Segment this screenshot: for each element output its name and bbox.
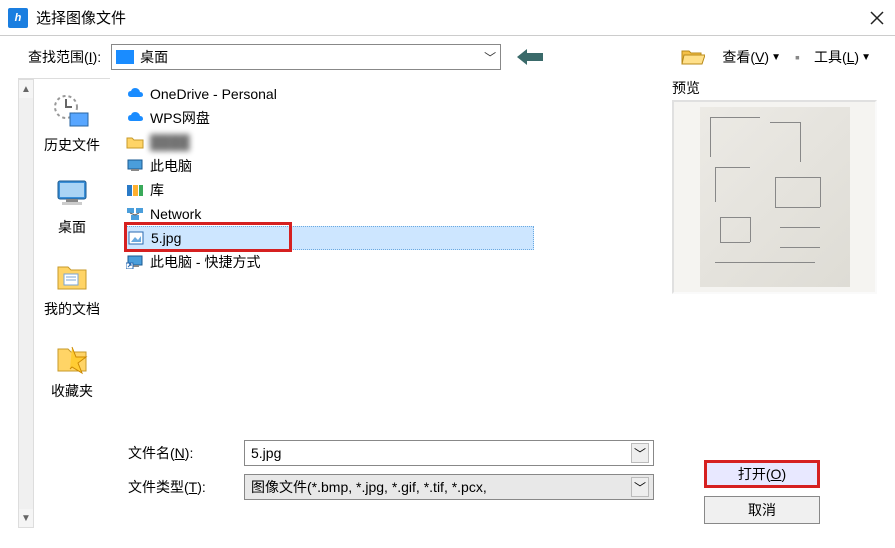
file-name: 此电脑 <box>150 156 192 176</box>
preview-label: 预览 <box>672 78 877 98</box>
look-in-combo[interactable]: 桌面 ﹀ <box>111 44 501 70</box>
file-icon <box>126 182 144 198</box>
sidebar-item-label: 历史文件 <box>44 135 100 155</box>
file-list[interactable]: OneDrive - Personal WPS网盘 ████ 此电脑库 Network 5… <box>124 78 534 428</box>
file-icon <box>126 134 144 150</box>
file-icon <box>126 86 144 102</box>
places-sidebar: ▲ ▼ 历史文件桌面我的文档收藏夹 <box>18 78 110 528</box>
preview-pane <box>672 100 877 294</box>
sidebar-item-label: 收藏夹 <box>51 381 93 401</box>
sidebar-icon <box>50 91 94 131</box>
file-item[interactable]: 5.jpg <box>124 226 534 250</box>
chevron-down-icon: ﹀ <box>484 49 496 66</box>
look-in-label: 查找范围(I): <box>28 47 101 67</box>
file-icon <box>126 254 144 270</box>
file-item[interactable]: 此电脑 <box>124 154 534 178</box>
file-item[interactable]: 库 <box>124 178 534 202</box>
file-name: WPS网盘 <box>150 108 210 128</box>
sidebar-item-2[interactable]: 我的文档 <box>34 247 110 329</box>
file-item[interactable]: WPS网盘 <box>124 106 534 130</box>
sidebar-item-label: 我的文档 <box>44 299 100 319</box>
chevron-down-icon[interactable]: ﹀ <box>631 443 649 463</box>
folder-open-icon[interactable] <box>680 46 706 68</box>
tools-menu[interactable]: 工具(L)▼ <box>810 45 875 69</box>
cancel-button[interactable]: 取消 <box>704 496 820 524</box>
sidebar-item-3[interactable]: 收藏夹 <box>34 329 110 411</box>
desktop-icon <box>116 50 134 64</box>
sidebar-icon <box>50 255 94 295</box>
sidebar-icon <box>50 337 94 377</box>
sidebar-icon <box>50 173 94 213</box>
file-item[interactable]: 此电脑 - 快捷方式 <box>124 250 534 274</box>
filename-value: 5.jpg <box>251 445 281 461</box>
filetype-label: 文件类型(T): <box>124 477 244 497</box>
scroll-up-icon[interactable]: ▲ <box>19 80 33 98</box>
file-name: 此电脑 - 快捷方式 <box>150 252 260 272</box>
file-name: Network <box>150 206 201 222</box>
dialog-title: 选择图像文件 <box>36 7 867 28</box>
file-item[interactable]: ████ <box>124 130 534 154</box>
file-icon <box>126 158 144 174</box>
sidebar-item-0[interactable]: 历史文件 <box>34 83 110 165</box>
back-button[interactable] <box>517 46 545 68</box>
open-button[interactable]: 打开(O) <box>704 460 820 488</box>
file-name: 5.jpg <box>151 230 181 246</box>
close-button[interactable] <box>867 8 887 28</box>
file-icon <box>126 110 144 126</box>
scroll-down-icon[interactable]: ▼ <box>19 509 33 527</box>
sidebar-item-1[interactable]: 桌面 <box>34 165 110 247</box>
separator: ▪ <box>795 49 800 65</box>
preview-image <box>700 107 850 287</box>
view-menu[interactable]: 查看(V)▼ <box>718 45 785 69</box>
file-name: 库 <box>150 180 164 200</box>
file-item[interactable]: OneDrive - Personal <box>124 82 534 106</box>
file-item[interactable]: Network <box>124 202 534 226</box>
file-icon <box>127 230 145 246</box>
sidebar-scrollbar[interactable]: ▲ ▼ <box>18 79 34 528</box>
app-icon: h <box>8 8 28 28</box>
filename-label: 文件名(N): <box>124 443 244 463</box>
filetype-value: 图像文件(*.bmp, *.jpg, *.gif, *.tif, *.pcx, <box>251 477 487 497</box>
filetype-combo[interactable]: 图像文件(*.bmp, *.jpg, *.gif, *.tif, *.pcx, … <box>244 474 654 500</box>
look-in-value: 桌面 <box>140 47 484 67</box>
sidebar-item-label: 桌面 <box>58 217 86 237</box>
chevron-down-icon[interactable]: ﹀ <box>631 477 649 497</box>
filename-input[interactable]: 5.jpg ﹀ <box>244 440 654 466</box>
file-name: ████ <box>150 134 190 150</box>
file-name: OneDrive - Personal <box>150 86 277 102</box>
file-icon <box>126 206 144 222</box>
